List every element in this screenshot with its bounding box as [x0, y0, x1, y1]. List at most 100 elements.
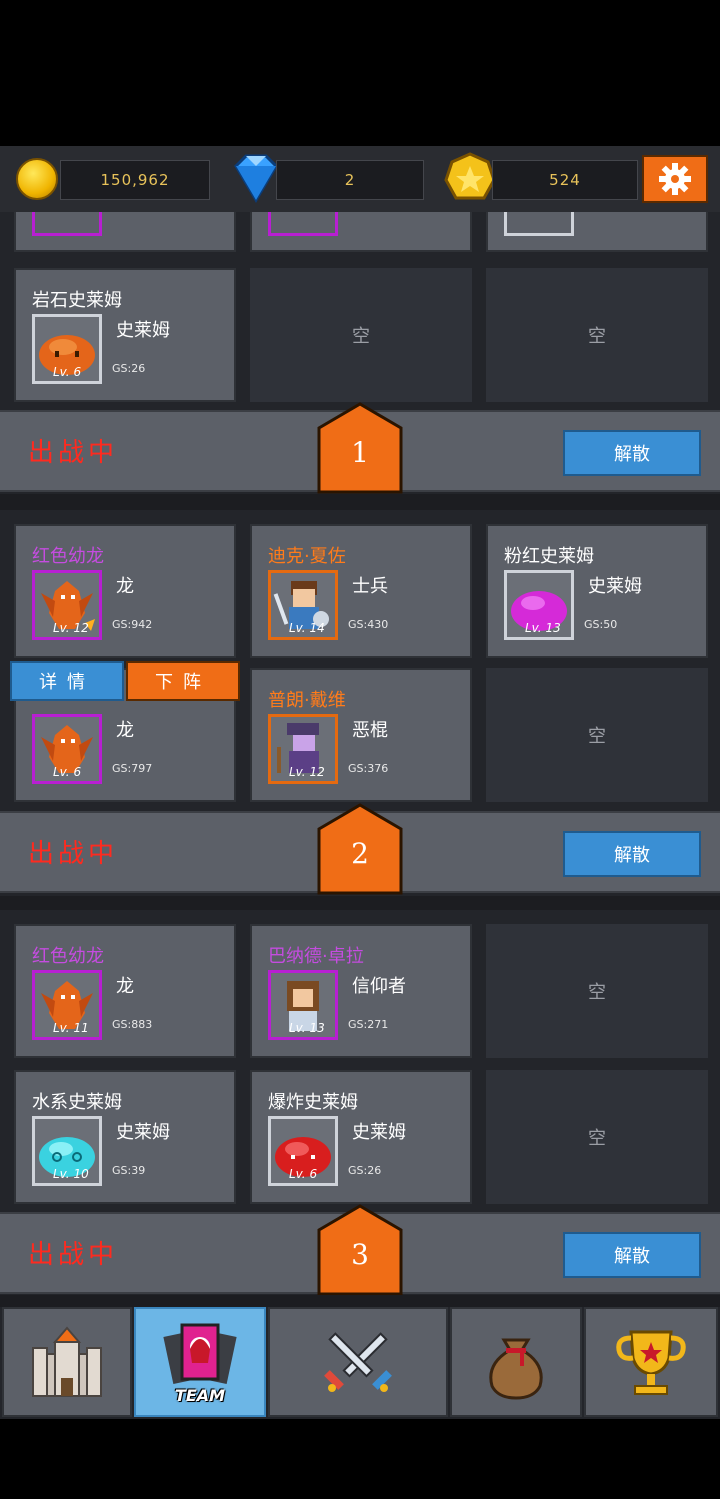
- team-separator: [0, 494, 720, 510]
- settings-button[interactable]: [642, 155, 708, 203]
- empty-slot-label: 空: [588, 326, 606, 347]
- unit-gs: GS:430: [348, 618, 389, 631]
- demote-button[interactable]: 下阵: [126, 661, 240, 701]
- unit-card[interactable]: 岩石史莱姆 Lv. 6 史莱姆 GS:26: [14, 268, 236, 402]
- unit-class: 史莱姆: [116, 1122, 170, 1143]
- unit-level: Lv. 12: [53, 621, 89, 635]
- unit-card[interactable]: 爆炸史莱姆 Lv. 6 史莱姆 GS:26: [250, 1070, 472, 1204]
- nav-achievements-button[interactable]: [584, 1307, 718, 1417]
- team-list[interactable]: 岩石史莱姆 Lv. 6 史莱姆 GS:26 空 空 出战中 解散 1 红色幼龙: [0, 212, 720, 1295]
- unit-card[interactable]: 普朗·戴维 Lv. 12 恶棍 GS:376: [250, 668, 472, 802]
- castle-icon: [32, 1326, 102, 1397]
- unit-name: 迪克·夏佐: [268, 546, 346, 567]
- disband-button[interactable]: 解散: [563, 1232, 701, 1278]
- unit-name: 粉红史莱姆: [504, 546, 594, 567]
- unit-name: 红色幼龙: [32, 546, 104, 567]
- unit-level: Lv. 6: [53, 365, 82, 379]
- nav-bag-button[interactable]: [450, 1307, 582, 1417]
- team-number: 2: [351, 837, 369, 870]
- unit-card[interactable]: 水系史莱姆 Lv. 10 史莱姆 GS:39: [14, 1070, 236, 1204]
- unit-portrait: Lv. 6: [268, 1116, 338, 1186]
- unit-level: Lv. 12: [289, 765, 325, 779]
- gold-amount: 150,962: [60, 160, 210, 200]
- medal-amount: 524: [492, 160, 638, 200]
- unit-portrait: Lv. 10: [32, 1116, 102, 1186]
- unit-class: 龙: [116, 576, 134, 597]
- empty-slot[interactable]: 空: [486, 1070, 708, 1204]
- unit-portrait: Lv. 13: [268, 970, 338, 1040]
- unit-level: Lv. 6: [53, 765, 82, 779]
- gem-amount: 2: [276, 160, 424, 200]
- unit-card[interactable]: 红色幼龙 Lv. 12 龙 GS:942: [14, 524, 236, 658]
- unit-portrait: Lv. 6: [32, 714, 102, 784]
- team-number-badge: 3: [317, 1204, 403, 1295]
- unit-gs: GS:376: [348, 762, 389, 775]
- unit-portrait: Lv. 12: [32, 570, 102, 640]
- bottom-safe-area: [0, 1419, 720, 1499]
- gear-icon: [659, 163, 691, 195]
- team1-card-partial-1[interactable]: [14, 212, 236, 252]
- trophy-icon: [616, 1330, 686, 1395]
- nav-team-button[interactable]: TEAM: [134, 1307, 266, 1417]
- unit-class: 恶棍: [352, 720, 388, 741]
- unit-class: 士兵: [352, 576, 388, 597]
- unit-level: Lv. 13: [525, 621, 561, 635]
- unit-portrait: Lv. 12: [268, 714, 338, 784]
- diamond-icon: [234, 154, 278, 203]
- team-status: 出战中: [28, 839, 119, 869]
- team-number: 3: [351, 1238, 369, 1271]
- team-number-badge: 2: [317, 803, 403, 895]
- team1-card-partial-2[interactable]: [250, 212, 472, 252]
- unit-level: Lv. 13: [289, 1021, 325, 1035]
- team-status: 出战中: [28, 438, 119, 468]
- empty-slot-label: 空: [352, 326, 370, 347]
- empty-slot-label: 空: [588, 982, 606, 1003]
- nav-castle-button[interactable]: [2, 1307, 132, 1417]
- team-separator: [0, 896, 720, 910]
- unit-card[interactable]: 巴纳德·卓拉 Lv. 13 信仰者 GS:271: [250, 924, 472, 1058]
- crossed-swords-icon: [324, 1332, 392, 1392]
- unit-portrait: Lv. 11: [32, 970, 102, 1040]
- unit-gs: GS:39: [112, 1164, 146, 1177]
- details-button[interactable]: 详情: [10, 661, 124, 701]
- unit-level: Lv. 10: [53, 1167, 89, 1181]
- unit-portrait: Lv. 14: [268, 570, 338, 640]
- empty-slot[interactable]: 空: [486, 924, 708, 1058]
- disband-button[interactable]: 解散: [563, 831, 701, 877]
- unit-gs: GS:26: [348, 1164, 382, 1177]
- team-number: 1: [351, 436, 369, 469]
- nav-battle-button[interactable]: [268, 1307, 448, 1417]
- unit-name: 红色幼龙: [32, 946, 104, 967]
- team-status: 出战中: [28, 1240, 119, 1270]
- medal-coin-icon: [444, 152, 496, 200]
- empty-slot[interactable]: 空: [250, 268, 472, 402]
- unit-gs: GS:50: [584, 618, 618, 631]
- unit-class: 龙: [116, 720, 134, 741]
- empty-slot[interactable]: 空: [486, 668, 708, 802]
- unit-card[interactable]: 红色幼龙 Lv. 11 龙 GS:883: [14, 924, 236, 1058]
- unit-gs: GS:26: [112, 362, 146, 375]
- unit-class: 龙: [116, 976, 134, 997]
- team-label: TEAM: [174, 1386, 226, 1405]
- unit-name: 普朗·戴维: [268, 690, 346, 711]
- unit-gs: GS:942: [112, 618, 153, 631]
- unit-class: 史莱姆: [116, 320, 170, 341]
- empty-slot[interactable]: 空: [486, 268, 708, 402]
- unit-level: Lv. 11: [53, 1021, 89, 1035]
- empty-slot-label: 空: [588, 1128, 606, 1149]
- unit-name: 岩石史莱姆: [32, 290, 122, 311]
- unit-level: Lv. 6: [289, 1167, 318, 1181]
- unit-class: 史莱姆: [352, 1122, 406, 1143]
- loot-bag-icon: [489, 1338, 543, 1400]
- empty-slot-label: 空: [588, 726, 606, 747]
- team1-card-partial-3[interactable]: [486, 212, 708, 252]
- unit-name: 爆炸史莱姆: [268, 1092, 358, 1113]
- unit-gs: GS:271: [348, 1018, 389, 1031]
- team-number-badge: 1: [317, 402, 403, 494]
- disband-button[interactable]: 解散: [563, 430, 701, 476]
- gold-coin-icon: [16, 158, 58, 200]
- unit-gs: GS:797: [112, 762, 153, 775]
- unit-name: 水系史莱姆: [32, 1092, 122, 1113]
- unit-card[interactable]: 粉红史莱姆 Lv. 13 史莱姆 GS:50: [486, 524, 708, 658]
- unit-card[interactable]: 迪克·夏佐 Lv. 14 士兵 GS:430: [250, 524, 472, 658]
